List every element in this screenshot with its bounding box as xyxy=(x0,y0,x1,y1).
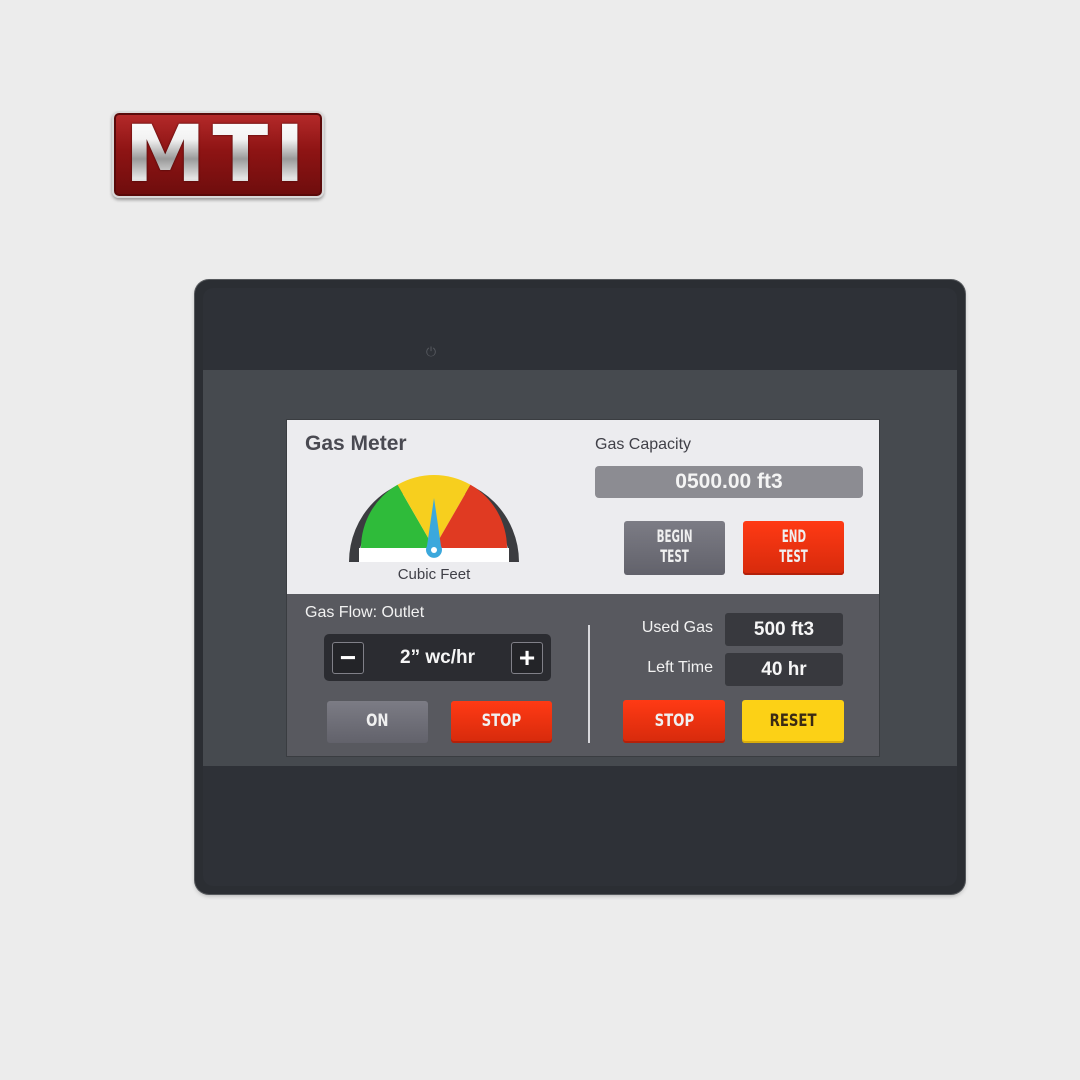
gauge-label: Cubic Feet xyxy=(397,566,471,583)
flow-rate-stepper: − 2” wc/hr + xyxy=(324,634,551,681)
power-icon[interactable]: ⏻ xyxy=(425,345,437,358)
gas-gauge xyxy=(349,475,519,562)
reset-button[interactable]: RESET xyxy=(742,700,844,743)
reset-label: RESET xyxy=(769,710,817,731)
flow-rate-value: 2” wc/hr xyxy=(400,647,475,668)
begin-test-button[interactable]: BEGIN TEST xyxy=(624,521,725,575)
meter-panel: Gas Meter Cubic Feet Gas Capacity 0500.0… xyxy=(287,420,879,594)
increase-button[interactable]: + xyxy=(511,642,543,674)
end-test-line1: END xyxy=(781,527,806,548)
flow-stop-label: STOP xyxy=(481,711,522,732)
used-gas-label: Used Gas xyxy=(641,619,713,636)
gas-capacity-value: 0500.00 ft3 xyxy=(595,466,863,498)
begin-test-line2: TEST xyxy=(660,547,689,567)
mti-logo: MTI xyxy=(112,111,324,198)
gauge-needle-hub xyxy=(431,547,437,553)
page-title: Gas Meter xyxy=(305,432,407,455)
left-time-value: 40 hr xyxy=(725,653,843,686)
gas-capacity-label: Gas Capacity xyxy=(595,436,692,453)
flow-stop-button[interactable]: STOP xyxy=(451,701,552,743)
begin-test-line1: BEGIN xyxy=(656,527,693,548)
decrease-button[interactable]: − xyxy=(332,642,364,674)
end-test-line2: TEST xyxy=(779,547,808,567)
left-time-label: Left Time xyxy=(647,659,713,676)
gas-flow-label: Gas Flow: Outlet xyxy=(305,604,425,621)
touch-screen: Gas Meter Cubic Feet Gas Capacity 0500.0… xyxy=(287,420,879,756)
test-stop-button[interactable]: STOP xyxy=(623,700,725,743)
used-gas-value: 500 ft3 xyxy=(725,613,843,646)
logo-text: MTI xyxy=(124,109,312,200)
flow-on-button[interactable]: ON xyxy=(327,701,428,743)
end-test-button[interactable]: END TEST xyxy=(743,521,844,575)
flow-on-label: ON xyxy=(366,711,389,732)
section-divider xyxy=(588,625,590,743)
test-stop-label: STOP xyxy=(654,710,694,731)
